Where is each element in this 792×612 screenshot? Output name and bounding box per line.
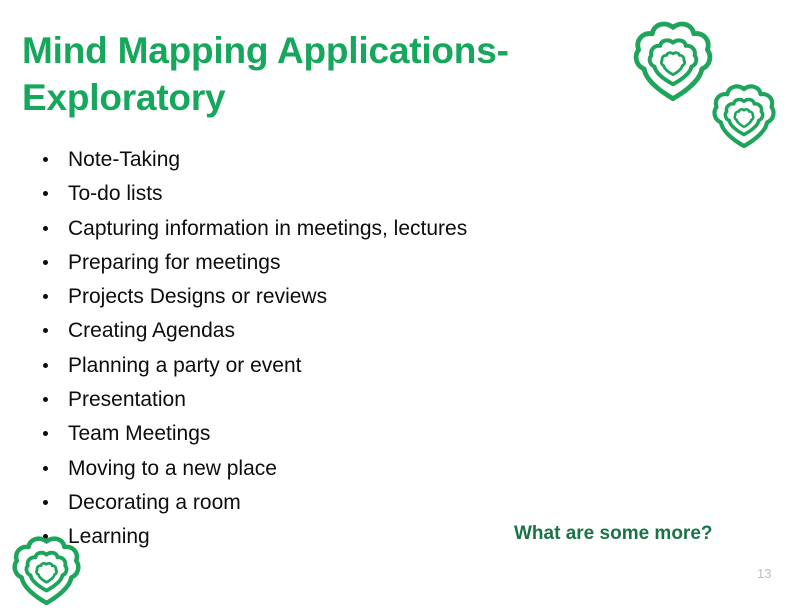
list-item: Moving to a new place	[40, 455, 640, 489]
bullet-marker-icon	[43, 397, 48, 403]
bullet-marker-icon	[43, 465, 48, 471]
list-item: To-do lists	[40, 180, 640, 214]
slide-canvas: Mind Mapping Applications- Exploratory N…	[0, 0, 792, 612]
list-item-label: To-do lists	[68, 182, 163, 206]
list-item-label: Presentation	[68, 388, 186, 412]
list-item: Team Meetings	[40, 420, 640, 454]
bullet-marker-icon	[43, 259, 48, 265]
list-item-label: Projects Designs or reviews	[68, 285, 328, 309]
flower-logo-large-icon	[633, 21, 713, 101]
list-item-label: Note-Taking	[68, 148, 181, 171]
list-item: Presentation	[40, 386, 640, 420]
list-item-label: Capturing information in meetings, lectu…	[68, 216, 468, 240]
list-item-label: Planning a party or event	[68, 353, 302, 377]
bullet-marker-icon	[43, 431, 48, 437]
bullet-marker-icon	[43, 225, 48, 231]
applications-bullet-list: Note-Taking To-do lists Capturing inform…	[40, 146, 640, 558]
list-item: Capturing information in meetings, lectu…	[40, 215, 640, 249]
bullet-marker-icon	[43, 294, 48, 300]
bullet-marker-icon	[43, 157, 48, 162]
question-callout: What are some more?	[514, 523, 713, 544]
list-item: Note-Taking	[40, 146, 640, 180]
bullet-marker-icon	[43, 362, 48, 368]
list-item: Creating Agendas	[40, 317, 640, 351]
bullet-marker-icon	[43, 328, 48, 334]
list-item: Projects Designs or reviews	[40, 283, 640, 317]
list-item: Preparing for meetings	[40, 249, 640, 283]
page-title: Mind Mapping Applications- Exploratory	[22, 30, 509, 118]
list-item: Planning a party or event	[40, 352, 640, 386]
list-item-label: Decorating a room	[68, 490, 241, 514]
page-number: 13	[757, 566, 772, 581]
list-item-label: Team Meetings	[68, 422, 211, 446]
list-item-label: Creating Agendas	[68, 319, 235, 343]
bullet-marker-icon	[43, 499, 48, 505]
flower-logo-bottom-left-icon	[12, 536, 81, 605]
list-item-label: Moving to a new place	[68, 456, 277, 480]
bullet-marker-icon	[43, 191, 48, 197]
flower-logo-small-icon	[712, 84, 776, 148]
list-item: Decorating a room	[40, 489, 640, 523]
list-item-label: Preparing for meetings	[68, 250, 281, 274]
